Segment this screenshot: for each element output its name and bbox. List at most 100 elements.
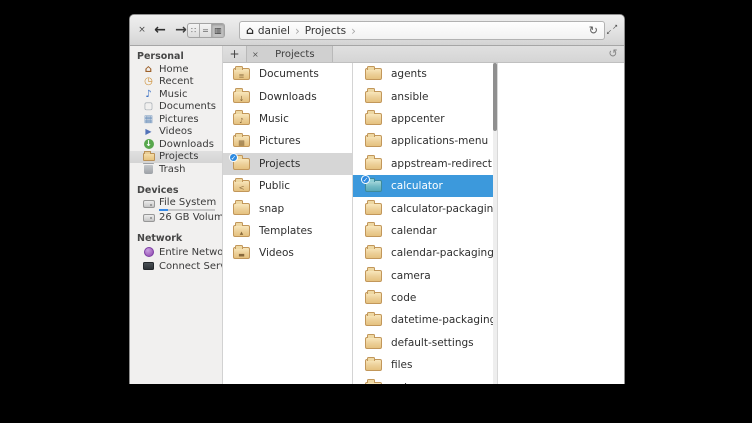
music-emblem: ♪ (239, 117, 243, 125)
file-item-music[interactable]: ♪ Music (223, 108, 352, 130)
filesystem-drive-icon (142, 200, 155, 208)
file-item-applications-menu[interactable]: applications-menu (353, 130, 497, 152)
folder-icon (365, 225, 382, 237)
folder-icon: ▬ (233, 247, 250, 259)
documents-emblem: ≡ (239, 72, 245, 80)
folder-icon (365, 337, 382, 349)
home-icon[interactable]: ⌂ (246, 24, 254, 37)
sidebar-item-downloads[interactable]: ↓ Downloads (130, 138, 222, 151)
screen: × ← → ∷ = ▥ ⌂ daniel › Projects › ↻ ↗ ↙ (0, 0, 752, 423)
sidebar-item-documents[interactable]: ▢ Documents (130, 101, 222, 114)
sidebar-item-label: Trash (159, 164, 185, 175)
file-item-documents[interactable]: ≡ Documents (223, 63, 352, 85)
sidebar-item-home[interactable]: ⌂ Home (130, 63, 222, 76)
folder-icon (365, 314, 382, 326)
scrollbar-thumb[interactable] (493, 63, 497, 131)
pictures-icon: ▦ (142, 114, 155, 125)
sidebar-item-projects[interactable]: Projects (130, 151, 222, 164)
file-item-label: gala (391, 382, 413, 384)
file-item-label: appstream-redirect (391, 158, 492, 170)
file-item-downloads[interactable]: ↓ Downloads (223, 85, 352, 107)
sidebar-item-recent[interactable]: ◷ Recent (130, 76, 222, 89)
file-item-files[interactable]: files (353, 354, 497, 376)
file-item-calculator-selected[interactable]: ✓ calculator (353, 175, 497, 197)
file-item-calendar[interactable]: calendar (353, 220, 497, 242)
file-item-appstream-redirect[interactable]: appstream-redirect (353, 153, 497, 175)
folder-icon: ♪ (233, 113, 250, 125)
toolbar: × ← → ∷ = ▥ ⌂ daniel › Projects › ↻ ↗ ↙ (130, 15, 624, 46)
tab-close-icon[interactable]: × (252, 50, 259, 59)
column-home: ≡ Documents ↓ Downloads ♪ Music ▦ (223, 63, 353, 384)
sidebar-item-entire-network[interactable]: Entire Network (130, 245, 222, 259)
resize-expand-icon[interactable]: ↗ ↙ (606, 24, 618, 36)
folder-icon (365, 68, 382, 80)
file-item-label: calendar (391, 225, 437, 237)
file-item-templates[interactable]: ▴ Templates (223, 220, 352, 242)
file-item-code[interactable]: code (353, 287, 497, 309)
breadcrumb-segment-daniel[interactable]: daniel (258, 25, 290, 37)
file-item-snap[interactable]: snap (223, 197, 352, 219)
view-switcher: ∷ = ▥ (187, 23, 225, 38)
file-item-calendar-packaging[interactable]: calendar-packaging (353, 242, 497, 264)
sidebar-item-file-system[interactable]: File System (130, 197, 222, 212)
sidebar-item-label: Music (159, 89, 187, 100)
file-item-label: calculator (391, 180, 443, 192)
file-item-camera[interactable]: camera (353, 265, 497, 287)
chevron-right-icon: › (295, 24, 300, 38)
file-item-public[interactable]: < Public (223, 175, 352, 197)
arrow-ne-icon: ↗ (612, 24, 618, 31)
file-item-label: calendar-packaging (391, 247, 494, 259)
file-item-default-settings[interactable]: default-settings (353, 332, 497, 354)
file-item-videos[interactable]: ▬ Videos (223, 242, 352, 264)
file-item-pictures[interactable]: ▦ Pictures (223, 130, 352, 152)
sidebar-item-trash[interactable]: Trash (130, 163, 222, 176)
tab-label: Projects (263, 49, 327, 60)
file-item-datetime-packaging[interactable]: datetime-packaging (353, 309, 497, 331)
back-button[interactable]: ← (151, 21, 169, 39)
sidebar-item-videos[interactable]: ▶ Videos (130, 126, 222, 139)
folder-icon: < (233, 180, 250, 192)
restore-closed-tab-icon[interactable]: ↺ (602, 46, 624, 62)
sidebar-item-label: Documents (159, 101, 216, 112)
reload-icon[interactable]: ↻ (589, 24, 598, 37)
folder-icon: ▦ (233, 135, 250, 147)
sidebar-item-pictures[interactable]: ▦ Pictures (130, 113, 222, 126)
sidebar-item-label: Connect Server (159, 261, 223, 272)
breadcrumb[interactable]: ⌂ daniel › Projects › ↻ (239, 21, 605, 40)
tab-projects[interactable]: × Projects (247, 46, 333, 62)
folder-icon (365, 91, 382, 103)
sidebar-item-music[interactable]: ♪ Music (130, 88, 222, 101)
folder-icon (365, 113, 382, 125)
selected-check-badge: ✓ (361, 175, 370, 184)
grid-view-button[interactable]: ∷ (188, 24, 200, 37)
file-item-appcenter[interactable]: appcenter (353, 108, 497, 130)
videos-icon: ▶ (142, 126, 155, 137)
file-item-agents[interactable]: agents (353, 63, 497, 85)
videos-emblem: ▬ (238, 251, 245, 259)
file-item-gala-partial[interactable]: gala (353, 376, 497, 384)
volume-drive-icon (142, 214, 155, 222)
folder-icon (365, 203, 382, 215)
file-item-label: Pictures (259, 135, 301, 147)
column-view-button[interactable]: ▥ (212, 24, 224, 37)
window-close-icon[interactable]: × (136, 24, 148, 36)
file-item-calculator-packaging[interactable]: calculator-packaging (353, 197, 497, 219)
list-view-button[interactable]: = (200, 24, 212, 37)
file-item-label: datetime-packaging (391, 314, 496, 326)
folder-icon (365, 292, 382, 304)
folder-icon: ↓ (233, 91, 250, 103)
file-item-label: appcenter (391, 113, 445, 125)
sidebar-item-26gb-volume[interactable]: 26 GB Volume (130, 212, 222, 225)
file-item-ansible[interactable]: ansible (353, 85, 497, 107)
folder-icon: ✓ (233, 158, 250, 170)
sidebar-item-label: Projects (159, 151, 198, 162)
file-item-label: camera (391, 270, 431, 282)
file-item-label: Downloads (259, 91, 317, 103)
new-tab-button[interactable]: + (223, 46, 247, 62)
sidebar-item-connect-server[interactable]: Connect Server (130, 259, 222, 273)
breadcrumb-segment-projects[interactable]: Projects (305, 25, 346, 37)
folder-icon (365, 382, 382, 384)
file-item-projects-selected[interactable]: ✓ Projects (223, 153, 352, 175)
column-empty (498, 63, 624, 384)
server-icon (142, 262, 155, 270)
